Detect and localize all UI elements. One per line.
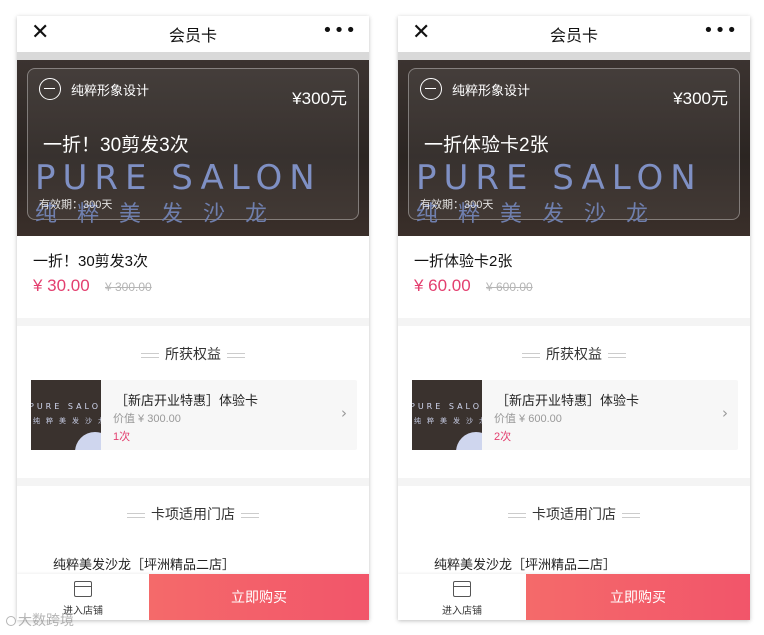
phone-screen-right: ✕ 会员卡 ••• 纯粹形象设计 ¥300元 一折体验卡2张 PURE SALO…: [398, 16, 750, 620]
salon-watermark-en: PURE SALON: [35, 158, 322, 198]
benefit-count: 1次: [113, 431, 131, 443]
card-price: ¥300元: [292, 89, 347, 108]
section-title: 所获权益: [398, 344, 750, 364]
card-price: ¥300元: [673, 89, 728, 108]
title-decoration: [522, 352, 540, 358]
bottom-bar: 进入店铺 立即购买: [398, 574, 750, 620]
membership-card-banner: 纯粹形象设计 ¥300元 一折体验卡2张 PURE SALON 纯粹美发沙龙 有…: [398, 60, 750, 236]
divider: [17, 52, 369, 60]
navbar: ✕ 会员卡 •••: [17, 16, 369, 52]
thumb-decoration: [75, 432, 101, 450]
brand-logo-icon: [39, 78, 61, 100]
thumb-decoration: [456, 432, 482, 450]
thumb-text-en: PURE SALON: [31, 402, 101, 411]
thumb-text-en: PURE SALON: [412, 402, 482, 411]
card-validity: 有效期：300天: [420, 199, 494, 211]
original-price: ¥ 300.00: [105, 280, 152, 294]
benefit-title: ［新店开业特惠］体验卡: [115, 393, 259, 408]
card-info-name: 一折！30剪发3次: [33, 253, 149, 270]
card-info: 一折！30剪发3次 ¥ 30.00 ¥ 300.00: [17, 236, 369, 318]
sale-price: ¥ 30.00: [33, 276, 90, 295]
site-watermark: 大数跨境: [6, 610, 74, 630]
benefit-value: 价值 ¥ 600.00: [494, 413, 562, 425]
title-decoration: [622, 512, 640, 518]
section-title: 卡项适用门店: [398, 504, 750, 524]
section-title: 卡项适用门店: [17, 504, 369, 524]
site-watermark-text: 大数跨境: [18, 612, 74, 628]
store-name[interactable]: 纯粹美发沙龙［坪洲精品二店］: [53, 554, 235, 573]
page-title: 会员卡: [549, 28, 598, 45]
chevron-right-icon: ›: [341, 404, 347, 422]
benefits-section: 所获权益 PURE SALON 纯粹美发沙龙 ［新店开业特惠］体验卡 价值 ¥ …: [398, 326, 750, 478]
benefit-item[interactable]: PURE SALON 纯粹美发沙龙 ［新店开业特惠］体验卡 价值 ¥ 300.0…: [31, 380, 357, 450]
thumb-text-cn: 纯粹美发沙龙: [414, 418, 482, 425]
benefits-title: 所获权益: [165, 346, 221, 362]
enter-store-button[interactable]: 进入店铺: [398, 574, 526, 620]
more-icon[interactable]: •••: [322, 20, 357, 41]
benefit-title: ［新店开业特惠］体验卡: [496, 393, 640, 408]
title-decoration: [227, 352, 245, 358]
brand-logo-icon: [420, 78, 442, 100]
card-name: 一折！30剪发3次: [43, 135, 189, 156]
card-validity: 有效期：300天: [39, 199, 113, 211]
card-info: 一折体验卡2张 ¥ 60.00 ¥ 600.00: [398, 236, 750, 318]
brand-name: 纯粹形象设计: [452, 83, 531, 98]
store-icon: [74, 581, 92, 597]
benefits-section: 所获权益 PURE SALON 纯粹美发沙龙 ［新店开业特惠］体验卡 价值 ¥ …: [17, 326, 369, 478]
original-price: ¥ 600.00: [486, 280, 533, 294]
membership-card-banner: 纯粹形象设计 ¥300元 一折！30剪发3次 PURE SALON 纯粹美发沙龙…: [17, 60, 369, 236]
enter-store-label: 进入店铺: [442, 606, 482, 617]
benefit-count: 2次: [494, 431, 512, 443]
buy-now-button[interactable]: 立即购买: [149, 574, 369, 620]
benefits-title: 所获权益: [546, 346, 602, 362]
thumb-text-cn: 纯粹美发沙龙: [33, 418, 101, 425]
divider: [398, 52, 750, 60]
close-icon[interactable]: ✕: [31, 22, 49, 44]
brand-name: 纯粹形象设计: [71, 83, 150, 98]
watermark-logo-icon: [6, 616, 16, 627]
phone-screen-left: ✕ 会员卡 ••• 纯粹形象设计 ¥300元 一折！30剪发3次 PURE SA…: [17, 16, 369, 620]
store-icon: [453, 581, 471, 597]
navbar: ✕ 会员卡 •••: [398, 16, 750, 52]
stores-title: 卡项适用门店: [532, 506, 616, 522]
sale-price: ¥ 60.00: [414, 276, 471, 295]
store-name[interactable]: 纯粹美发沙龙［坪洲精品二店］: [434, 554, 616, 573]
card-info-name: 一折体验卡2张: [414, 253, 513, 270]
title-decoration: [127, 512, 145, 518]
title-decoration: [141, 352, 159, 358]
page-title: 会员卡: [168, 28, 217, 45]
title-decoration: [508, 512, 526, 518]
buy-now-button[interactable]: 立即购买: [526, 574, 750, 620]
benefit-item[interactable]: PURE SALON 纯粹美发沙龙 ［新店开业特惠］体验卡 价值 ¥ 600.0…: [412, 380, 738, 450]
benefit-value: 价值 ¥ 300.00: [113, 413, 181, 425]
card-name: 一折体验卡2张: [424, 135, 549, 156]
close-icon[interactable]: ✕: [412, 22, 430, 44]
section-title: 所获权益: [17, 344, 369, 364]
salon-watermark-en: PURE SALON: [416, 158, 703, 198]
more-icon[interactable]: •••: [703, 20, 738, 41]
chevron-right-icon: ›: [722, 404, 728, 422]
benefit-thumbnail: PURE SALON 纯粹美发沙龙: [31, 380, 101, 450]
title-decoration: [608, 352, 626, 358]
stores-title: 卡项适用门店: [151, 506, 235, 522]
title-decoration: [241, 512, 259, 518]
benefit-thumbnail: PURE SALON 纯粹美发沙龙: [412, 380, 482, 450]
